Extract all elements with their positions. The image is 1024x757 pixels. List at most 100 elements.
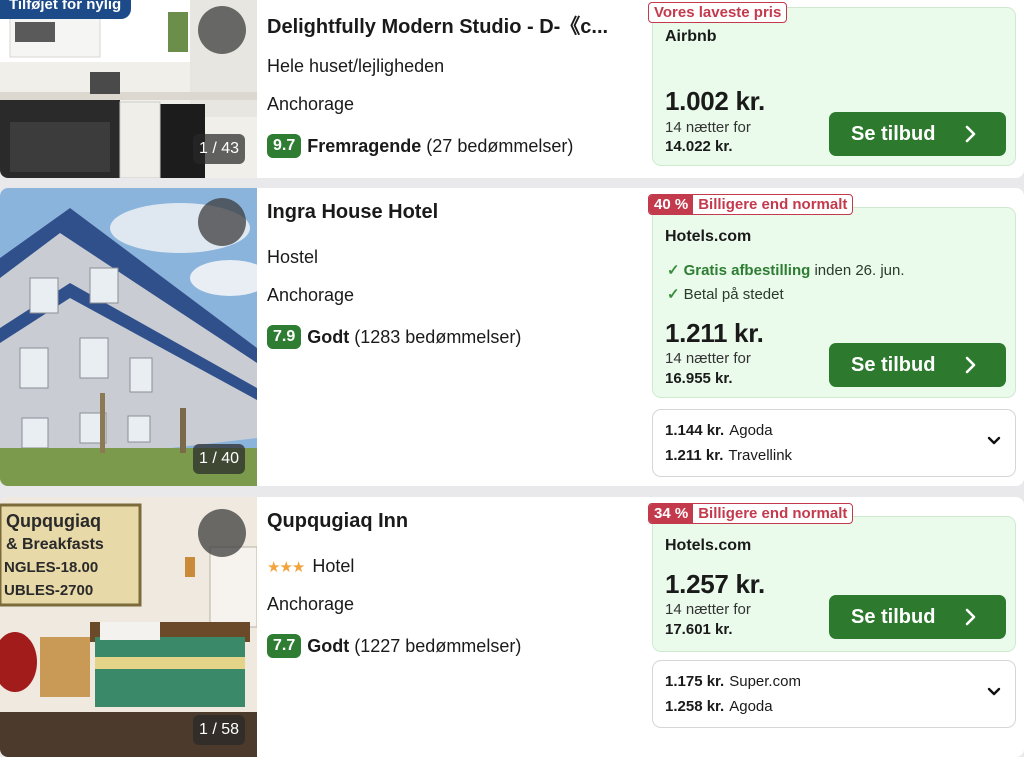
nightly-price: 1.002 kr. (665, 86, 765, 116)
other-offer-row: 1.175 kr. Super.com (665, 673, 801, 690)
recently-added-badge: Tilføjet for nylig (0, 0, 132, 19)
favorite-button[interactable] (198, 509, 246, 557)
chevron-down-icon (987, 687, 1001, 696)
rating-word: Godt (307, 635, 350, 656)
badge-label: Billigere end normalt (698, 505, 848, 522)
score-badge: 7.9 (267, 325, 302, 349)
heart-icon (198, 509, 257, 557)
discount-badge: 34 % Billigere end normalt (648, 503, 854, 524)
chevron-right-icon (965, 125, 976, 143)
provider-name: Airbnb (665, 28, 717, 45)
total-price: 14.022 kr. (665, 138, 733, 155)
photo-counter: 1 / 58 (192, 715, 245, 745)
listing-title[interactable]: Ingra House Hotel (267, 201, 642, 224)
best-deal-box[interactable]: Airbnb 1.002 kr. 14 nætter for 14.022 kr… (652, 7, 1016, 166)
other-offer-row: 1.211 kr. Travellink (665, 447, 792, 464)
listing-title[interactable]: Qupqugiaq Inn (267, 510, 642, 533)
review-count[interactable]: (27 bedømmelser) (426, 136, 573, 157)
listing-photo[interactable]: 1 / 40 (0, 188, 257, 486)
city-label: Anchorage (267, 94, 355, 114)
favorite-button[interactable] (198, 198, 246, 246)
view-deal-label: Se tilbud (851, 605, 936, 628)
best-deal-box[interactable]: Hotels.com ✓ Gratis afbestilling inden 26… (652, 207, 1016, 398)
discount-percent: 40 % (649, 195, 694, 214)
property-type: Hele huset/lejligheden (267, 56, 444, 77)
listing-card[interactable]: Tilføjet for nylig 1 / 43 Delightfully M… (0, 0, 1024, 178)
svg-text:& Breakfasts: & Breakfasts (6, 536, 104, 553)
offer-site: Travellink (728, 447, 793, 464)
view-deal-button[interactable]: Se tilbud (829, 595, 1006, 639)
offer-price: 1.175 kr. (665, 673, 725, 690)
heart-icon (198, 198, 257, 246)
chevron-down-icon (987, 436, 1001, 445)
feature-pay-at-property: ✓ Betal på stedet (667, 285, 784, 303)
offer-price: 1.211 kr. (665, 447, 724, 464)
property-type-label: Hotel (312, 556, 355, 576)
heart-icon (198, 6, 257, 54)
svg-text:NGLES-18.00: NGLES-18.00 (4, 559, 98, 576)
other-offers-dropdown[interactable]: 1.144 kr. Agoda 1.211 kr. Travellink (652, 409, 1016, 477)
nights-label: 14 nætter for (665, 119, 751, 136)
view-deal-button[interactable]: Se tilbud (829, 112, 1006, 156)
nights-label: 14 nætter for (665, 601, 751, 618)
city-label: Anchorage (267, 594, 355, 614)
listing-card[interactable]: 1 / 40 Ingra House Hotel Hostel Anchorag… (0, 188, 1024, 486)
view-deal-label: Se tilbud (851, 353, 936, 376)
rating: 7.7 Godt (1227 bedømmelser) (267, 634, 521, 658)
rating: 9.7 Fremragende (27 bedømmelser) (267, 134, 573, 158)
feature-bold: Gratis afbestilling (683, 262, 811, 279)
offer-site: Super.com (729, 673, 801, 690)
other-offer-row: 1.258 kr. Agoda (665, 698, 773, 715)
discount-percent: 34 % (649, 504, 694, 523)
offer-price: 1.144 kr. (665, 422, 725, 439)
offer-price: 1.258 kr. (665, 698, 725, 715)
rating-word: Fremragende (307, 135, 422, 156)
listing-card[interactable]: Qupqugiaq & Breakfasts NGLES-18.00 UBLES… (0, 497, 1024, 757)
other-offer-row: 1.144 kr. Agoda (665, 422, 773, 439)
nights-label: 14 nætter for (665, 350, 751, 367)
nightly-price: 1.257 kr. (665, 569, 765, 599)
city-label: Anchorage (267, 285, 355, 305)
provider-name: Hotels.com (665, 228, 752, 245)
score-badge: 9.7 (267, 134, 302, 158)
view-deal-label: Se tilbud (851, 122, 936, 145)
view-deal-button[interactable]: Se tilbud (829, 343, 1006, 387)
star-icon: ★★★ (267, 558, 305, 576)
property-type: Hostel (267, 247, 318, 268)
score-badge: 7.7 (267, 634, 302, 658)
best-deal-box[interactable]: Hotels.com 1.257 kr. 14 nætter for 17.60… (652, 516, 1016, 652)
lowest-price-badge: Vores laveste pris (648, 2, 788, 23)
feature-free-cancellation: ✓ Gratis afbestilling inden 26. jun. (667, 261, 905, 279)
listing-photo[interactable]: Tilføjet for nylig 1 / 43 (0, 0, 257, 178)
chevron-right-icon (965, 356, 976, 374)
property-type: ★★★ Hotel (267, 556, 354, 577)
photo-counter: 1 / 43 (192, 134, 245, 164)
review-count[interactable]: (1283 bedømmelser) (354, 327, 521, 348)
badge-label: Billigere end normalt (698, 196, 848, 213)
total-price: 17.601 kr. (665, 621, 733, 638)
chevron-right-icon (965, 608, 976, 626)
provider-name: Hotels.com (665, 537, 752, 554)
feature-label: Betal på stedet (683, 286, 784, 303)
photo-counter: 1 / 40 (192, 444, 245, 474)
other-offers-dropdown[interactable]: 1.175 kr. Super.com 1.258 kr. Agoda (652, 660, 1016, 728)
offer-site: Agoda (729, 422, 773, 439)
favorite-button[interactable] (198, 6, 246, 54)
total-price: 16.955 kr. (665, 370, 733, 387)
rating: 7.9 Godt (1283 bedømmelser) (267, 325, 521, 349)
property-type-label: Hele huset/lejligheden (267, 56, 445, 76)
checkmark-icon: ✓ (667, 262, 680, 279)
badge-label: Vores laveste pris (654, 4, 782, 21)
offer-site: Agoda (729, 698, 773, 715)
rating-word: Godt (307, 326, 350, 347)
feature-detail: inden 26. jun. (814, 262, 905, 279)
nightly-price: 1.211 kr. (665, 318, 764, 348)
svg-text:UBLES-2700: UBLES-2700 (4, 582, 93, 599)
svg-text:Qupqugiaq: Qupqugiaq (6, 511, 101, 531)
discount-badge: 40 % Billigere end normalt (648, 194, 854, 215)
checkmark-icon: ✓ (667, 286, 680, 303)
listing-title[interactable]: Delightfully Modern Studio - D-《c... (267, 10, 642, 39)
property-type-label: Hostel (267, 247, 319, 267)
review-count[interactable]: (1227 bedømmelser) (354, 636, 521, 657)
listing-photo[interactable]: Qupqugiaq & Breakfasts NGLES-18.00 UBLES… (0, 497, 257, 757)
